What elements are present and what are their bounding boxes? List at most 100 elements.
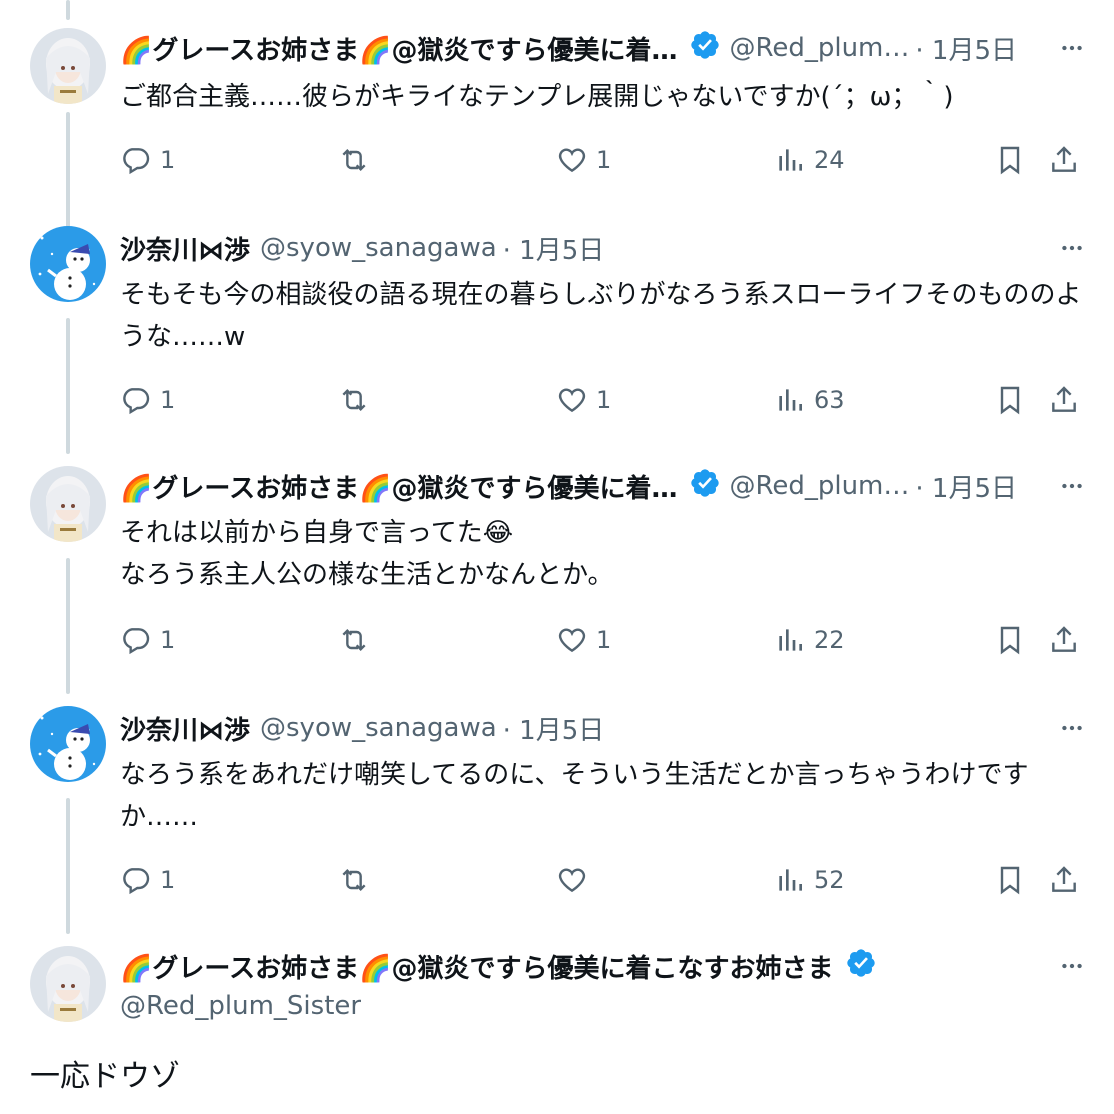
handle[interactable]: @Red_plum_Sister xyxy=(120,991,361,1021)
more-icon[interactable] xyxy=(1054,30,1090,66)
analytics-icon xyxy=(779,869,802,891)
heart-icon xyxy=(558,868,586,893)
analytics-icon xyxy=(779,389,802,411)
tweet-header: 🌈グレースお姉さま🌈@獄炎ですら優美に着こなすお姉さま xyxy=(120,948,1090,984)
view-count: 22 xyxy=(814,626,845,654)
share-button[interactable] xyxy=(1048,620,1080,660)
tweet-text: それは以前から自身で言ってた😂 なろう系主人公の様な生活とかなんとか。 xyxy=(120,518,614,590)
like-button[interactable]: 1 xyxy=(556,620,611,660)
action-bar: 1 52 xyxy=(120,860,1084,900)
action-bar: 1 1 22 xyxy=(120,620,1084,660)
handle[interactable]: @Red_plum… xyxy=(729,33,909,63)
reply-icon xyxy=(123,628,150,655)
bookmark-icon xyxy=(1000,626,1020,655)
thread-line xyxy=(66,0,70,20)
snowman-avatar-icon xyxy=(30,226,106,302)
handle[interactable]: @Red_plum… xyxy=(729,471,909,501)
tweet[interactable]: 🌈グレースお姉さま🌈@獄炎ですら優美に着… @Red_plum… · 1月5日 … xyxy=(0,0,1114,240)
display-name[interactable]: 沙奈川⋈渉 xyxy=(120,230,250,267)
reply-button[interactable]: 1 xyxy=(120,140,175,180)
like-button[interactable]: 1 xyxy=(556,380,611,420)
share-icon xyxy=(1052,386,1076,412)
bookmark-icon xyxy=(1000,866,1020,895)
retweet-button[interactable] xyxy=(338,860,370,900)
avatar[interactable] xyxy=(30,466,106,542)
tweet[interactable]: 沙奈川⋈渉 @syow_sanagawa · 1月5日 そもそも今の相談役の語る… xyxy=(0,206,1114,454)
woman-avatar-icon xyxy=(30,28,106,104)
analytics-icon xyxy=(779,149,802,171)
views-button[interactable]: 24 xyxy=(774,140,845,180)
display-name[interactable]: 🌈グレースお姉さま🌈@獄炎ですら優美に着こなすお姉さま xyxy=(120,948,833,985)
tweet[interactable]: 🌈グレースお姉さま🌈@獄炎ですら優美に着… @Red_plum… · 1月5日 … xyxy=(0,446,1114,694)
retweet-icon xyxy=(342,148,366,172)
retweet-button[interactable] xyxy=(338,380,370,420)
tweet-text: そもそも今の相談役の語る現在の暮らしぶりがなろう系スローライフそのもののよ うな… xyxy=(120,280,1082,352)
woman-avatar-icon xyxy=(30,946,106,1022)
tweet-header: 🌈グレースお姉さま🌈@獄炎ですら優美に着… @Red_plum… · 1月5日 xyxy=(120,468,1090,504)
reply-button[interactable]: 1 xyxy=(120,860,175,900)
like-count: 1 xyxy=(596,626,612,654)
handle[interactable]: @syow_sanagawa xyxy=(260,233,497,263)
reply-count: 1 xyxy=(160,866,176,894)
like-button[interactable]: 1 xyxy=(556,140,611,180)
verified-badge-icon xyxy=(689,467,721,506)
tweet-header: 沙奈川⋈渉 @syow_sanagawa · 1月5日 xyxy=(120,710,1090,746)
bookmark-button[interactable] xyxy=(994,380,1026,420)
share-button[interactable] xyxy=(1048,380,1080,420)
views-button[interactable]: 22 xyxy=(774,620,845,660)
action-bar: 1 1 24 xyxy=(120,140,1084,180)
heart-icon xyxy=(558,388,586,413)
avatar[interactable] xyxy=(30,946,106,1022)
reply-button[interactable]: 1 xyxy=(120,620,175,660)
share-button[interactable] xyxy=(1048,860,1080,900)
handle-row: @Red_plum_Sister xyxy=(120,988,1090,1024)
avatar[interactable] xyxy=(30,706,106,782)
tweet-text: なろう系をあれだけ嘲笑してるのに、そういう生活だとか言っちゃうわけです か…… xyxy=(120,760,1029,832)
avatar[interactable] xyxy=(30,28,106,104)
more-icon[interactable] xyxy=(1054,230,1090,266)
more-icon[interactable] xyxy=(1054,468,1090,504)
view-count: 52 xyxy=(814,866,845,894)
like-count: 1 xyxy=(596,386,612,414)
thread-line xyxy=(66,558,70,694)
woman-avatar-icon xyxy=(30,466,106,542)
heart-icon xyxy=(558,148,586,173)
share-button[interactable] xyxy=(1048,140,1080,180)
retweet-icon xyxy=(342,868,366,892)
like-button[interactable] xyxy=(556,860,596,900)
reply-button[interactable]: 1 xyxy=(120,380,175,420)
tweet-text: ご都合主義……彼らがキライなテンプレ展開じゃないですか(´；ω；｀) xyxy=(120,82,954,112)
conversation-thread: 🌈グレースお姉さま🌈@獄炎ですら優美に着… @Red_plum… · 1月5日 … xyxy=(0,0,1114,1114)
retweet-button[interactable] xyxy=(338,620,370,660)
analytics-icon xyxy=(779,629,802,651)
display-name[interactable]: 🌈グレースお姉さま🌈@獄炎ですら優美に着… xyxy=(120,468,677,505)
retweet-button[interactable] xyxy=(338,140,370,180)
view-count: 63 xyxy=(814,386,845,414)
tweet[interactable]: 沙奈川⋈渉 @syow_sanagawa · 1月5日 なろう系をあれだけ嘲笑し… xyxy=(0,686,1114,934)
avatar[interactable] xyxy=(30,226,106,302)
share-icon xyxy=(1052,146,1076,172)
more-icon[interactable] xyxy=(1054,948,1090,984)
bookmark-button[interactable] xyxy=(994,140,1026,180)
action-bar: 1 1 63 xyxy=(120,380,1084,420)
handle[interactable]: @syow_sanagawa xyxy=(260,713,497,743)
reply-icon xyxy=(123,868,150,895)
bookmark-button[interactable] xyxy=(994,860,1026,900)
snowman-avatar-icon xyxy=(30,706,106,782)
timestamp[interactable]: · 1月5日 xyxy=(915,468,1017,505)
more-icon[interactable] xyxy=(1054,710,1090,746)
main-tweet[interactable]: 🌈グレースお姉さま🌈@獄炎ですら優美に着こなすお姉さま @Red_plum_Si… xyxy=(0,926,1114,1114)
timestamp[interactable]: · 1月5日 xyxy=(915,30,1017,67)
views-button[interactable]: 63 xyxy=(774,380,845,420)
bookmark-button[interactable] xyxy=(994,620,1026,660)
heart-icon xyxy=(558,628,586,653)
display-name[interactable]: 沙奈川⋈渉 xyxy=(120,710,250,747)
display-name[interactable]: 🌈グレースお姉さま🌈@獄炎ですら優美に着… xyxy=(120,30,677,67)
like-count: 1 xyxy=(596,146,612,174)
tweet-header: 🌈グレースお姉さま🌈@獄炎ですら優美に着… @Red_plum… · 1月5日 xyxy=(120,30,1090,66)
tweet-header: 沙奈川⋈渉 @syow_sanagawa · 1月5日 xyxy=(120,230,1090,266)
view-count: 24 xyxy=(814,146,845,174)
views-button[interactable]: 52 xyxy=(774,860,845,900)
timestamp[interactable]: · 1月5日 xyxy=(503,230,605,267)
timestamp[interactable]: · 1月5日 xyxy=(503,710,605,747)
